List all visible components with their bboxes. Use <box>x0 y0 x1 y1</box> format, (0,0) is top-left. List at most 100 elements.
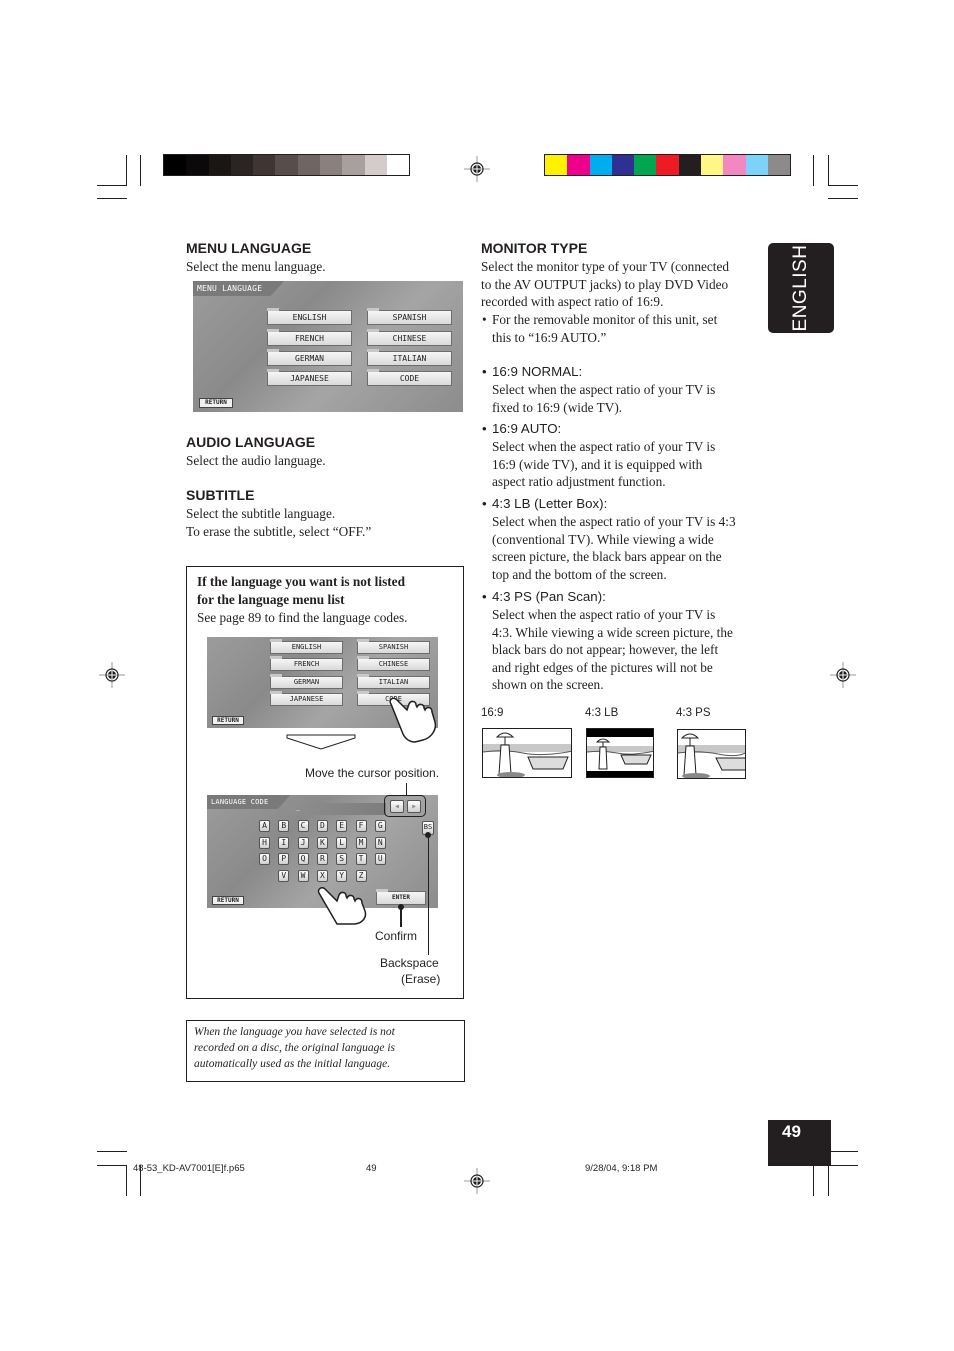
letter-key-y[interactable]: Y <box>336 869 348 882</box>
return-button[interactable]: RETURN <box>199 398 233 408</box>
cursor-right-button[interactable]: ▶ <box>407 800 421 813</box>
letter-key-x[interactable]: X <box>316 869 328 882</box>
crop-mark <box>813 1165 814 1196</box>
beach-scene-icon <box>483 732 571 777</box>
bullet: • <box>482 496 487 511</box>
return-button[interactable]: RETURN <box>212 896 244 905</box>
letter-key-g[interactable]: G <box>374 820 386 832</box>
letter-key-e[interactable]: E <box>336 820 348 832</box>
page-number-tab: 49 <box>768 1120 831 1166</box>
crop-mark <box>140 155 141 186</box>
aspect-16-9-picture <box>482 728 572 778</box>
beach-scene-icon <box>587 737 653 771</box>
registration-mark-icon <box>464 1168 490 1194</box>
bullet: • <box>482 589 487 604</box>
bullet: • <box>482 312 487 327</box>
language-button-french[interactable]: FRENCH <box>267 329 352 346</box>
monitor-option-description: Select when the aspect ratio of your TV … <box>492 514 736 529</box>
menu-language-heading: MENU LANGUAGE <box>186 240 312 256</box>
crop-mark <box>97 1165 127 1166</box>
monitor-type-heading: MONITOR TYPE <box>481 240 588 256</box>
letter-key-f[interactable]: F <box>355 820 367 832</box>
code-input-field[interactable]: _ <box>286 803 386 815</box>
return-button[interactable]: RETURN <box>212 716 244 725</box>
process-color-swatch <box>545 155 568 175</box>
note-text: recorded on a disc, the original languag… <box>194 1042 396 1054</box>
letter-key-t[interactable]: T <box>355 853 367 865</box>
footer-filename: 48-53_KD-AV7001[E]f.p65 <box>133 1163 245 1174</box>
code-box-title: for the language menu list <box>197 592 345 607</box>
letter-key-k[interactable]: K <box>316 836 328 849</box>
monitor-note: For the removable monitor of this unit, … <box>492 312 718 327</box>
letter-key-o[interactable]: O <box>259 853 270 865</box>
process-color-swatch <box>745 155 768 175</box>
enter-button[interactable]: ENTER <box>376 889 426 905</box>
footer-date: 9/28/04, 9:18 PM <box>585 1163 658 1174</box>
grayscale-swatch <box>297 155 321 175</box>
letter-key-b[interactable]: B <box>278 820 290 832</box>
monitor-option-description: top and the bottom of the screen. <box>492 566 667 582</box>
language-button-code[interactable]: CODE <box>367 369 452 386</box>
letter-key-n[interactable]: N <box>374 836 386 849</box>
letter-key-a[interactable]: A <box>259 820 270 832</box>
letter-key-c[interactable]: C <box>297 820 309 832</box>
letter-key-i[interactable]: I <box>278 836 290 849</box>
language-button-spanish[interactable]: SPANISH <box>367 308 452 325</box>
callout-backspace: Backspace <box>380 956 439 970</box>
letter-key-l[interactable]: L <box>336 836 348 849</box>
screen-title: MENU LANGUAGE <box>193 281 285 296</box>
letter-key-p[interactable]: P <box>278 853 290 865</box>
footer-page: 49 <box>366 1163 377 1174</box>
language-button-french[interactable]: FRENCH <box>270 656 343 671</box>
language-button-german[interactable]: GERMAN <box>267 349 352 366</box>
letter-key-r[interactable]: R <box>316 853 328 865</box>
letter-key-s[interactable]: S <box>336 853 348 865</box>
language-button-german[interactable]: GERMAN <box>270 674 343 689</box>
language-button-japanese[interactable]: JAPANESE <box>267 369 352 386</box>
callout-backspace: (Erase) <box>401 972 441 986</box>
letter-key-q[interactable]: Q <box>297 853 309 865</box>
note-text: automatically used as the initial langua… <box>194 1058 391 1070</box>
language-button-chinese[interactable]: CHINESE <box>357 656 430 671</box>
page-number: 49 <box>782 1122 801 1141</box>
aspect-4-3-lb-picture <box>586 728 654 778</box>
language-button-english[interactable]: ENGLISH <box>267 308 352 325</box>
grayscale-swatch <box>253 155 276 175</box>
letter-key-z[interactable]: Z <box>355 869 367 882</box>
monitor-option-description: Select when the aspect ratio of your TV … <box>492 439 716 454</box>
pointing-hand-icon <box>389 697 437 743</box>
monitor-option-description: 16:9 (wide TV), and it is equipped with <box>492 456 703 472</box>
grayscale-swatch <box>386 155 410 175</box>
monitor-option-description: Select when the aspect ratio of your TV … <box>492 607 716 622</box>
monitor-type-intro: to the AV OUTPUT jacks) to play DVD Vide… <box>481 277 729 292</box>
bullet: • <box>482 364 487 379</box>
down-arrow-icon <box>286 734 356 750</box>
menu-language-text: Select the menu language. <box>186 259 326 274</box>
grayscale-swatch <box>275 155 298 175</box>
letter-key-w[interactable]: W <box>297 869 309 882</box>
language-button-italian[interactable]: ITALIAN <box>357 674 430 689</box>
cursor-left-button[interactable]: ◀ <box>390 800 404 813</box>
grayscale-swatch <box>208 155 231 175</box>
letter-key-v[interactable]: V <box>278 869 290 882</box>
pointing-hand-icon <box>317 887 367 925</box>
language-button-english[interactable]: ENGLISH <box>270 639 343 654</box>
language-button-italian[interactable]: ITALIAN <box>367 349 452 366</box>
monitor-option-description: 4:3. While viewing a wide screen picture… <box>492 624 733 640</box>
process-color-swatch <box>611 155 635 175</box>
letter-key-j[interactable]: J <box>297 836 309 849</box>
language-side-tab: ENGLISH <box>768 243 834 333</box>
monitor-note: this to “16:9 AUTO.” <box>492 330 607 345</box>
beach-scene-icon <box>678 733 745 778</box>
language-button-chinese[interactable]: CHINESE <box>367 329 452 346</box>
subtitle-text: Select the subtitle language. <box>186 506 336 521</box>
letter-key-m[interactable]: M <box>355 836 367 849</box>
language-button-spanish[interactable]: SPANISH <box>357 639 430 654</box>
letter-key-h[interactable]: H <box>259 836 270 849</box>
monitor-option-label: 4:3 LB (Letter Box): <box>492 496 608 511</box>
process-color-swatch <box>678 155 702 175</box>
language-button-japanese[interactable]: JAPANESE <box>270 691 343 706</box>
letter-key-u[interactable]: U <box>374 853 386 865</box>
monitor-option-description: screen picture, the black bars appear on… <box>492 549 722 565</box>
letter-key-d[interactable]: D <box>316 820 328 832</box>
